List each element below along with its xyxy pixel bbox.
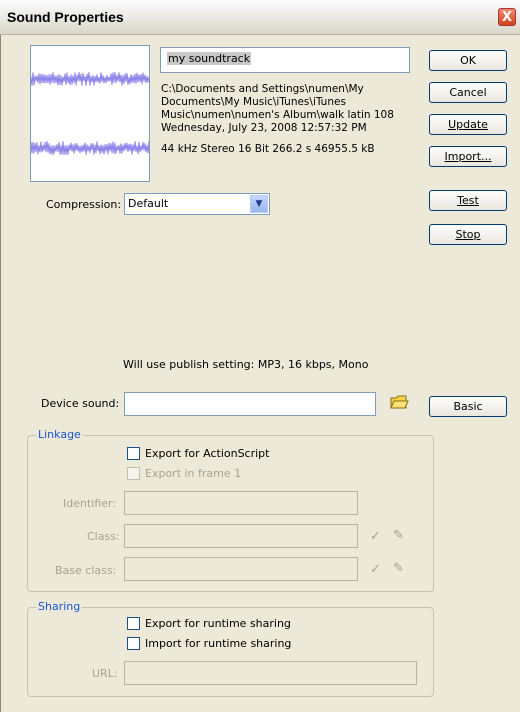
waveform-preview <box>30 45 150 182</box>
base-class-input[interactable] <box>124 557 358 581</box>
ok-button[interactable]: OK <box>429 50 507 71</box>
update-button[interactable]: Update <box>429 114 507 135</box>
title-bar: Sound Properties X <box>0 0 520 35</box>
folder-icon[interactable] <box>389 393 409 411</box>
publish-setting-note: Will use publish setting: MP3, 16 kbps, … <box>123 358 369 371</box>
export-frame1-checkbox[interactable] <box>127 467 140 480</box>
sound-path: C:\Documents and Settings\numen\My Docume… <box>161 83 394 121</box>
checkmark-icon[interactable]: ✓ <box>370 529 381 544</box>
left-channel-wave <box>30 72 150 87</box>
stop-button[interactable]: Stop <box>429 224 507 245</box>
import-runtime-label: Import for runtime sharing <box>145 637 292 650</box>
device-sound-label: Device sound: <box>41 397 120 410</box>
basic-button[interactable]: Basic <box>429 396 507 417</box>
compression-select[interactable]: Default ▼ <box>124 193 270 215</box>
checkmark-icon[interactable]: ✓ <box>370 562 381 577</box>
url-label: URL: <box>92 667 118 680</box>
export-actionscript-label: Export for ActionScript <box>145 447 270 460</box>
cancel-button[interactable]: Cancel <box>429 82 507 103</box>
identifier-input[interactable] <box>124 491 358 515</box>
export-runtime-checkbox[interactable] <box>127 617 140 630</box>
export-actionscript-checkbox[interactable] <box>127 447 140 460</box>
import-button[interactable]: Import... <box>429 146 507 167</box>
chevron-down-icon[interactable]: ▼ <box>250 195 268 213</box>
pencil-icon[interactable]: ✎ <box>393 528 404 543</box>
pencil-icon[interactable]: ✎ <box>393 561 404 576</box>
linkage-title: Linkage <box>36 428 83 441</box>
waveform-graphic <box>30 72 150 155</box>
import-runtime-checkbox[interactable] <box>127 637 140 650</box>
class-input[interactable] <box>124 524 358 548</box>
close-button[interactable]: X <box>498 8 516 26</box>
url-input[interactable] <box>124 661 417 685</box>
sound-format: 44 kHz Stereo 16 Bit 266.2 s 46955.5 kB <box>161 143 375 155</box>
right-channel-wave <box>30 141 150 155</box>
base-class-label: Base class: <box>55 564 117 577</box>
compression-value: Default <box>128 197 169 210</box>
sound-name-input[interactable]: my soundtrack <box>160 47 410 73</box>
export-runtime-label: Export for runtime sharing <box>145 617 291 630</box>
class-label: Class: <box>87 530 120 543</box>
identifier-label: Identifier: <box>63 497 117 510</box>
sound-date: Wednesday, July 23, 2008 12:57:32 PM <box>161 122 367 134</box>
test-button[interactable]: Test <box>429 190 507 211</box>
sharing-title: Sharing <box>36 600 83 613</box>
window-title: Sound Properties <box>7 9 124 25</box>
device-sound-input[interactable] <box>124 392 376 416</box>
export-frame1-label: Export in frame 1 <box>145 467 242 480</box>
compression-label: Compression: <box>46 198 122 211</box>
